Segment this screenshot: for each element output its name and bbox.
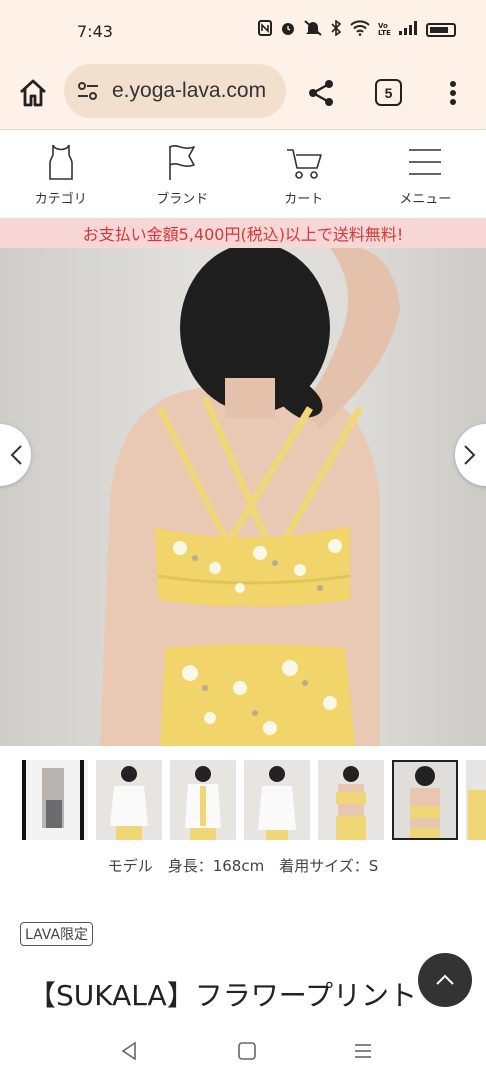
nav-cart[interactable]: カート [243, 130, 365, 218]
thumbnail-7[interactable] [466, 760, 486, 840]
site-settings-icon[interactable] [76, 79, 100, 103]
square-icon [238, 1042, 256, 1060]
browser-toolbar: e.yoga-lava.com 5 [0, 60, 486, 130]
share-icon [309, 80, 333, 106]
back-triangle-icon [121, 1041, 136, 1061]
nav-cart-label: カート [284, 192, 324, 207]
address-bar[interactable]: e.yoga-lava.com [64, 64, 286, 118]
tab-switcher-button[interactable]: 5 [375, 79, 402, 106]
nav-menu-label: メニュー [399, 192, 452, 207]
thumbnail-strip [0, 760, 486, 842]
bluetooth-icon [330, 19, 342, 40]
thumbnail-1[interactable] [22, 760, 88, 840]
volte-icon: Vo LTE [378, 22, 391, 37]
thumbnail-3[interactable] [170, 760, 236, 840]
thumbnail-4[interactable] [244, 760, 310, 840]
nav-category-label: カテゴリ [34, 192, 87, 207]
home-button[interactable] [16, 76, 50, 110]
nav-category[interactable]: カテゴリ [0, 130, 122, 218]
status-bar: 7:43 Vo LTE [0, 0, 486, 60]
share-button[interactable] [304, 76, 338, 110]
chevron-left-icon [10, 445, 22, 465]
product-title: 【SUKALA】フラワープリント [28, 979, 418, 1012]
chevron-right-icon [464, 445, 476, 465]
promo-banner[interactable]: お支払い金額5,400円(税込)以上で送料無料! [0, 218, 486, 248]
chevron-up-icon [436, 974, 454, 985]
thumbnail-5[interactable] [318, 760, 384, 840]
more-options-button[interactable] [440, 76, 466, 110]
nav-menu[interactable]: メニュー [365, 130, 486, 218]
battery-icon [426, 23, 456, 37]
promo-text: お支払い金額5,400円(税込)以上で送料無料! [82, 225, 404, 244]
recents-button[interactable] [352, 1040, 374, 1062]
recents-lines-icon [355, 1044, 371, 1058]
exclusive-badge: LAVA限定 [20, 922, 94, 946]
nfc-icon [258, 20, 272, 40]
product-main-image[interactable] [0, 248, 486, 746]
home-system-button[interactable] [236, 1040, 258, 1062]
system-navigation-bar [0, 1020, 486, 1080]
alarm-icon [280, 20, 296, 40]
more-vertical-icon [450, 81, 456, 105]
product-photo-illustration [100, 248, 400, 746]
status-time: 7:43 [77, 22, 113, 41]
signal-icon [398, 20, 418, 40]
url-text: e.yoga-lava.com [112, 79, 267, 102]
thumbnail-2[interactable] [96, 760, 162, 840]
scroll-to-top-button[interactable] [418, 953, 472, 1007]
back-button[interactable] [118, 1040, 140, 1062]
nav-brand[interactable]: ブランド [122, 130, 244, 218]
status-icons: Vo LTE [258, 19, 456, 40]
mute-icon [304, 20, 322, 40]
flag-icon [169, 145, 196, 180]
model-info-caption: モデル 身長：168cm 着用サイズ：S [107, 857, 379, 875]
cart-icon [286, 149, 322, 179]
nav-brand-label: ブランド [156, 192, 209, 207]
thumbnail-6-selected[interactable] [392, 760, 458, 840]
menu-icon [409, 149, 442, 175]
wifi-icon [350, 20, 370, 40]
site-navigation: カテゴリ ブランド カート メニュー [0, 130, 486, 218]
tank-top-icon [48, 144, 73, 180]
home-icon [20, 79, 46, 107]
